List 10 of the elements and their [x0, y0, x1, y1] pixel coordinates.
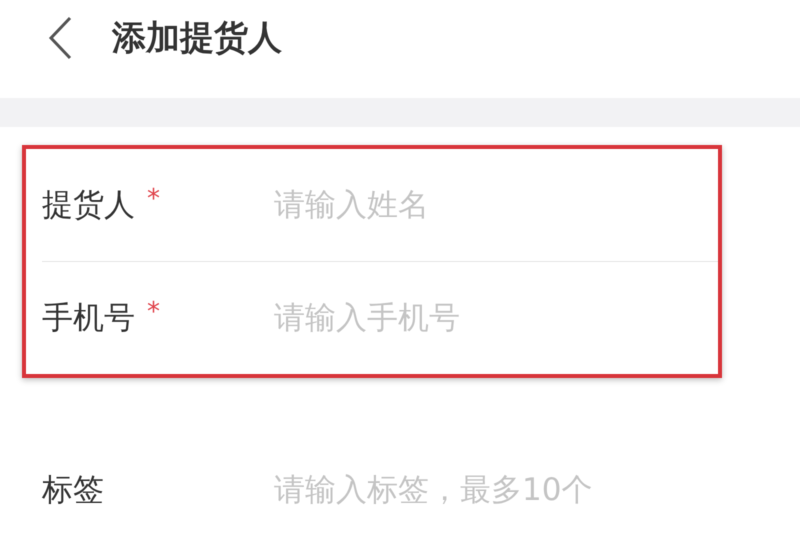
input-field[interactable]: 请输入手机号: [274, 300, 718, 336]
page-title: 添加提货人: [112, 16, 282, 60]
back-icon: [48, 16, 72, 60]
field-label: 提货人: [42, 186, 135, 225]
required-mark: *: [147, 297, 160, 327]
input-field[interactable]: 请输入标签，最多10个: [274, 472, 796, 508]
input-field[interactable]: 请输入姓名: [274, 187, 718, 223]
field-label: 手机号: [42, 299, 135, 338]
field-label: 标签: [42, 471, 104, 510]
required-mark: *: [147, 184, 160, 214]
